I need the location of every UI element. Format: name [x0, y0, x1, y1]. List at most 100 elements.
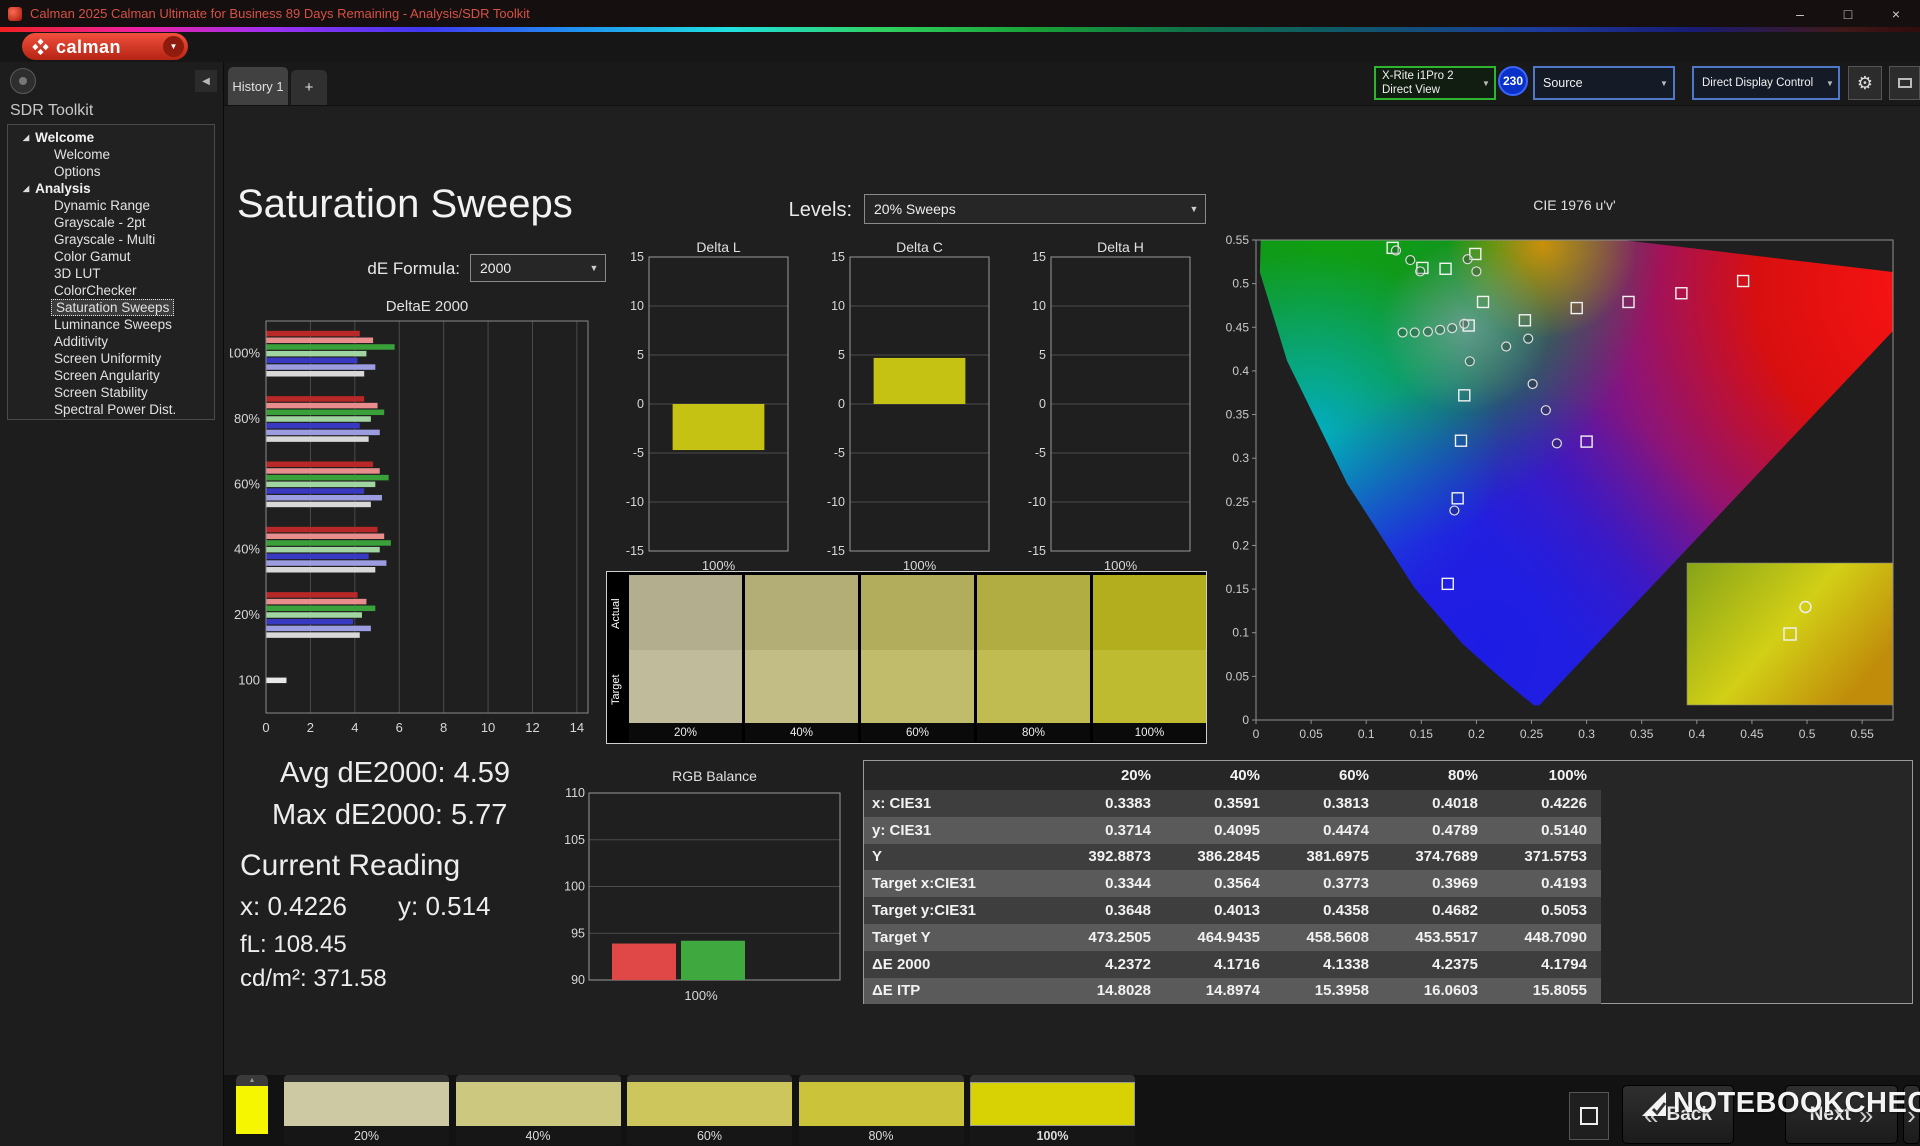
expander-icon[interactable]: ◢: [23, 184, 29, 193]
svg-text:0.25: 0.25: [1226, 495, 1250, 509]
row-label: Target y:CIE31: [872, 902, 976, 920]
swatch-tab: [284, 1075, 449, 1082]
calman-diamonds-icon: [32, 38, 49, 55]
calman-menu-chevron-icon[interactable]: ▼: [163, 36, 184, 57]
tree-section-analysis[interactable]: ◢ Analysis: [8, 180, 214, 197]
pattern-swatch-80[interactable]: 80%: [798, 1075, 964, 1145]
sidebar-collapse-button[interactable]: ◀: [195, 70, 217, 92]
sample-swatch-tab[interactable]: ▲: [236, 1075, 268, 1086]
svg-text:0.25: 0.25: [1520, 727, 1544, 741]
sidebar-item-welcome[interactable]: Welcome: [8, 146, 214, 163]
bottom-bar: ▲ 20% 40% 60% 80% 100% « Back Next » › NOTEB…: [224, 1075, 1920, 1146]
svg-text:0.35: 0.35: [1630, 727, 1654, 741]
sidebar-item-saturation-sweeps[interactable]: Saturation Sweeps: [51, 299, 175, 316]
settings-button[interactable]: ⚙: [1848, 66, 1882, 100]
levels-dropdown-icon[interactable]: ▼: [1183, 204, 1205, 214]
calman-menu-button[interactable]: calman ▼: [22, 33, 188, 60]
maximize-button[interactable]: □: [1824, 0, 1872, 27]
rgb-balance-chart: 110 105 100 95 90 RGB Balance 100%: [565, 768, 841, 1000]
display-control-dropdown-icon[interactable]: ▼: [1822, 79, 1838, 88]
svg-text:80%: 80%: [234, 411, 260, 426]
back-button[interactable]: « Back: [1622, 1085, 1734, 1144]
table-cell: 374.7689: [1415, 848, 1478, 866]
swatch-color: [284, 1082, 449, 1126]
target-color: [745, 650, 858, 723]
expander-icon[interactable]: ◢: [23, 133, 29, 142]
source-dropdown-icon[interactable]: ▼: [1655, 79, 1673, 88]
table-cell: 0.4013: [1214, 902, 1260, 920]
table-header-cell: 80%: [1447, 767, 1478, 784]
chevron-right-icon: »: [1858, 1099, 1874, 1130]
window-titlebar: Calman 2025 Calman Ultimate for Business…: [0, 0, 1920, 27]
sweep-swatch-label: 20%: [629, 723, 742, 742]
svg-text:60%: 60%: [234, 476, 260, 491]
pattern-swatch-100[interactable]: 100%: [970, 1075, 1135, 1145]
sample-color-swatch[interactable]: [236, 1086, 268, 1134]
sidebar-item-color-gamut[interactable]: Color Gamut: [8, 248, 214, 265]
table-row-target-y-cie31: Target y:CIE31 0.3648 0.4013 0.4358 0.4682 0.…: [864, 897, 1601, 924]
sidebar-item-3d-lut[interactable]: 3D LUT: [8, 265, 214, 282]
table-cell: 0.4682: [1432, 902, 1478, 920]
row-label: Y: [872, 848, 883, 866]
sweep-swatch-40: 40%: [745, 575, 858, 742]
sidebar-item-screen-angularity[interactable]: Screen Angularity: [8, 367, 214, 384]
pattern-swatch-20[interactable]: 20%: [284, 1075, 449, 1145]
cie-chart: CIE 1976 u'v' 00 0.05 0.05 0.1 0.1 0.15 0.15 0.2…: [1226, 197, 1894, 741]
minimize-button[interactable]: –: [1776, 0, 1824, 27]
table-row-y-cie31: y: CIE31 0.3714 0.4095 0.4474 0.4789 0.5140: [864, 816, 1601, 844]
workflow-home-button[interactable]: [10, 68, 36, 94]
table-cell: 0.4095: [1214, 821, 1260, 839]
sidebar-item-dynamic-range[interactable]: Dynamic Range: [8, 197, 214, 214]
sidebar-item-colorchecker[interactable]: ColorChecker: [8, 282, 214, 299]
table-cell: 0.3969: [1432, 875, 1478, 893]
svg-text:0: 0: [1253, 727, 1260, 741]
svg-text:0.35: 0.35: [1226, 408, 1250, 422]
sidebar-item-additivity[interactable]: Additivity: [8, 333, 214, 350]
add-tab-button[interactable]: +: [291, 70, 327, 105]
sidebar-item-grayscale-multi[interactable]: Grayscale - Multi: [8, 231, 214, 248]
svg-text:0.3: 0.3: [1578, 727, 1595, 741]
svg-text:5: 5: [637, 348, 644, 362]
pattern-swatch-40[interactable]: 40%: [455, 1075, 621, 1145]
pattern-window-button[interactable]: [1569, 1092, 1609, 1140]
tree-section-welcome[interactable]: ◢ Welcome: [8, 129, 214, 146]
tab-history-1[interactable]: History 1: [228, 67, 288, 105]
meter-status-badge[interactable]: 230: [1498, 66, 1528, 96]
close-button[interactable]: ×: [1872, 0, 1920, 27]
de-formula-dropdown[interactable]: 2000 ▼: [470, 254, 606, 282]
app-icon: [8, 6, 22, 21]
svg-text:-15: -15: [626, 544, 644, 558]
sidebar-item-options[interactable]: Options: [8, 163, 214, 180]
table-cell: 464.9435: [1197, 928, 1260, 946]
svg-text:-10: -10: [827, 495, 845, 509]
meter-dropdown-icon[interactable]: ▼: [1478, 79, 1494, 88]
pattern-swatch-60[interactable]: 60%: [627, 1075, 792, 1145]
svg-text:0.4: 0.4: [1688, 727, 1705, 741]
next-button[interactable]: Next »: [1785, 1085, 1898, 1144]
display-control-selector[interactable]: Direct Display Control ▼: [1692, 66, 1840, 100]
table-cell: 14.8028: [1096, 982, 1151, 1000]
sidebar-item-luminance-sweeps[interactable]: Luminance Sweeps: [8, 316, 214, 333]
sidebar-item-screen-stability[interactable]: Screen Stability: [8, 384, 214, 401]
current-reading-title: Current Reading: [240, 849, 461, 882]
svg-text:40%: 40%: [234, 542, 260, 557]
source-selector[interactable]: Source ▼: [1533, 66, 1675, 100]
tree-section-label: Welcome: [35, 130, 95, 145]
svg-text:4: 4: [351, 720, 358, 735]
de-formula-dropdown-icon[interactable]: ▼: [583, 263, 605, 273]
delta-c-chart: 151050-5-10-15Delta C100%: [827, 239, 990, 573]
table-cell: 4.2375: [1432, 955, 1478, 973]
back-label: Back: [1666, 1103, 1712, 1125]
levels-dropdown[interactable]: 20% Sweeps ▼: [864, 194, 1206, 224]
sidebar-item-grayscale-2pt[interactable]: Grayscale - 2pt: [8, 214, 214, 231]
table-cell: 0.4358: [1323, 902, 1369, 920]
sweep-swatch-60: 60%: [861, 575, 974, 742]
sidebar-item-spectral-power-dist[interactable]: Spectral Power Dist.: [8, 401, 214, 418]
next-page-button[interactable]: ›: [1903, 1085, 1920, 1144]
svg-text:0.3: 0.3: [1232, 451, 1249, 465]
svg-text:6: 6: [396, 720, 403, 735]
swatch-tab: [970, 1075, 1135, 1082]
meter-selector[interactable]: X-Rite i1Pro 2 Direct View ▼: [1374, 66, 1496, 100]
display-settings-button[interactable]: [1889, 66, 1920, 100]
sidebar-item-screen-uniformity[interactable]: Screen Uniformity: [8, 350, 214, 367]
